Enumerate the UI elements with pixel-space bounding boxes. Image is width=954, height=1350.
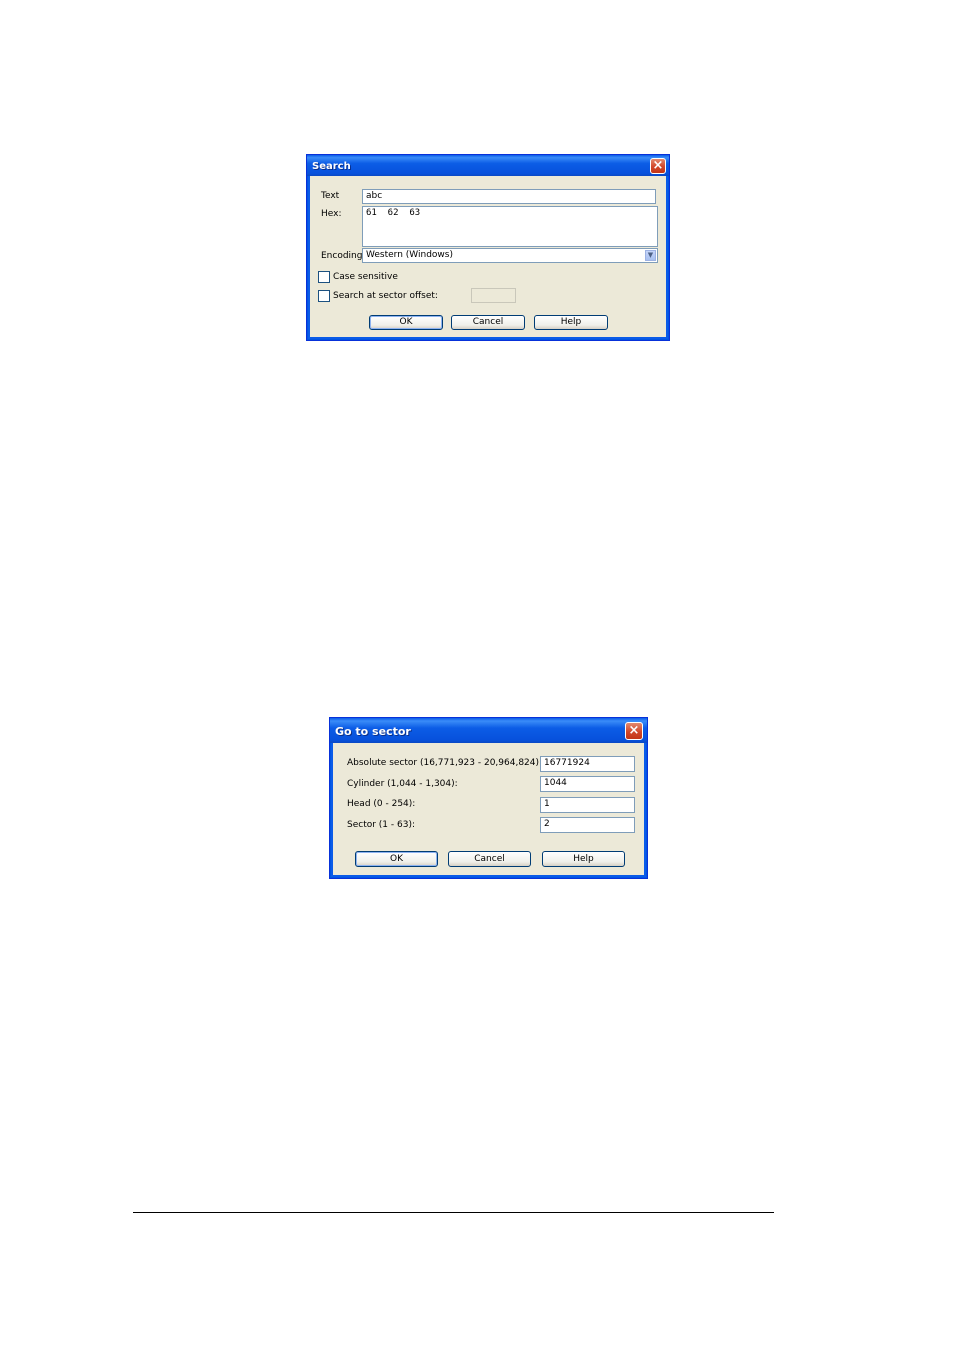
goto-cancel-button[interactable]: Cancel	[448, 851, 531, 867]
absolute-sector-label: Absolute sector (16,771,923 - 20,964,824…	[347, 758, 543, 768]
sector-offset-input[interactable]	[471, 288, 516, 303]
goto-dialog-title: Go to sector	[335, 725, 411, 738]
goto-sector-dialog: Go to sector × Absolute sector (16,771,9…	[329, 717, 648, 879]
sector-offset-label: Search at sector offset:	[333, 291, 438, 301]
head-label: Head (0 - 254):	[347, 799, 416, 809]
case-sensitive-checkbox[interactable]	[318, 271, 330, 283]
text-input[interactable]: abc	[362, 189, 656, 204]
search-dialog: Search × Text abc Hex: 61 62 63 Encoding…	[306, 154, 670, 341]
encoding-select[interactable]: Western (Windows) ▼	[362, 248, 658, 263]
cylinder-input[interactable]: 1044	[540, 776, 635, 792]
goto-ok-button[interactable]: OK	[355, 851, 438, 867]
chevron-down-icon[interactable]: ▼	[645, 250, 656, 261]
goto-dialog-close-button[interactable]: ×	[625, 722, 643, 740]
cylinder-label: Cylinder (1,044 - 1,304):	[347, 779, 458, 789]
head-input[interactable]: 1	[540, 797, 635, 813]
search-dialog-title: Search	[312, 161, 351, 172]
sector-input[interactable]: 2	[540, 817, 635, 833]
close-icon: ×	[628, 723, 640, 738]
goto-dialog-titlebar[interactable]: Go to sector ×	[330, 718, 647, 743]
goto-help-button[interactable]: Help	[542, 851, 625, 867]
case-sensitive-label: Case sensitive	[333, 272, 398, 282]
sector-label: Sector (1 - 63):	[347, 820, 415, 830]
sector-offset-checkbox[interactable]	[318, 290, 330, 302]
ok-button[interactable]: OK	[369, 315, 443, 330]
footer-divider	[133, 1212, 774, 1213]
close-icon: ×	[652, 158, 664, 173]
text-label: Text	[321, 191, 340, 201]
absolute-sector-input[interactable]: 16771924	[540, 756, 635, 772]
help-button[interactable]: Help	[534, 315, 608, 330]
hex-label: Hex:	[321, 209, 342, 219]
encoding-label: Encoding:	[321, 251, 366, 261]
encoding-value: Western (Windows)	[366, 250, 453, 260]
search-dialog-titlebar[interactable]: Search ×	[307, 155, 669, 176]
hex-input[interactable]: 61 62 63	[362, 206, 658, 247]
cancel-button[interactable]: Cancel	[451, 315, 525, 330]
search-dialog-close-button[interactable]: ×	[650, 158, 666, 174]
